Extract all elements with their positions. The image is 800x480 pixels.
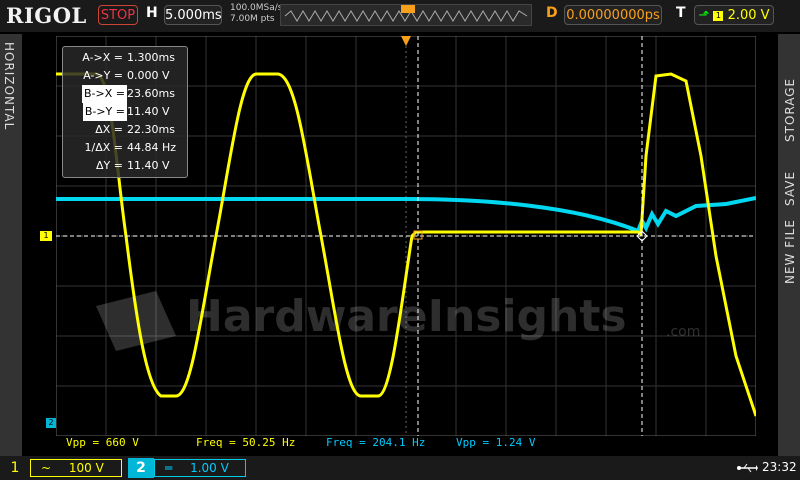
sample-rate: 100.0MSa/s	[230, 3, 283, 13]
trigger-level-value: 2.00 V	[727, 8, 770, 23]
measurement-ch1-freq: Freq = 50.25 Hz	[196, 436, 296, 449]
usb-icon	[737, 463, 758, 473]
channel-2-settings[interactable]: ═ 1.00 V	[154, 459, 246, 477]
horizontal-label: H	[146, 5, 158, 21]
channel-2-number[interactable]: 2	[128, 458, 154, 478]
svg-text:.com: .com	[666, 324, 700, 340]
cursor-by-value: 11.40 V	[127, 105, 170, 118]
menu-item-new-file[interactable]: NEW FILE	[783, 219, 797, 284]
measurement-ch1-vpp: Vpp = 660 V	[66, 436, 139, 449]
system-clock: 23:32	[762, 460, 797, 474]
trigger-position-marker	[401, 5, 415, 13]
cursor-ax-value: 1.300ms	[127, 51, 175, 64]
cursor-ax-label: A->X =	[82, 51, 123, 64]
svg-text:HardwareInsights: HardwareInsights	[186, 291, 627, 342]
trigger-edge-icon: ⬏	[698, 8, 714, 23]
channel-1-settings[interactable]: ~ 100 V	[30, 459, 122, 477]
memory-depth: 7.00M pts	[230, 14, 275, 24]
acquisition-info: 100.0MSa/s 7.00M pts	[230, 3, 282, 25]
ac-coupling-icon: ~	[41, 461, 52, 475]
cursor-ay-value: 0.000 V	[127, 69, 170, 82]
right-menu-sidebar[interactable]: STORAGE SAVE NEW FILE	[778, 34, 800, 456]
cursor-dx-label: ΔX =	[95, 123, 123, 136]
channel-1-scale: 100 V	[68, 461, 104, 475]
cursor-dy-value: 11.40 V	[127, 159, 170, 172]
timebase-value[interactable]: 5.000ms	[164, 5, 222, 25]
channel-1-number[interactable]: 1	[2, 458, 28, 478]
channel-2-scale: 1.00 V	[190, 461, 229, 475]
delay-value[interactable]: 0.00000000ps	[564, 5, 662, 25]
trigger-level[interactable]: ⬏ 1 2.00 V	[694, 5, 774, 25]
memory-waveform-preview	[284, 5, 528, 22]
cursor-dx-value: 22.30ms	[127, 123, 175, 136]
run-stop-status[interactable]: STOP	[98, 5, 138, 25]
delay-label: D	[546, 5, 558, 21]
channel-2-marker[interactable]: 2	[46, 418, 56, 428]
bottom-status-bar: 1 ~ 100 V 2 ═ 1.00 V 23:32	[0, 456, 800, 480]
channel-1-marker[interactable]: 1	[40, 231, 52, 241]
dc-coupling-icon: ═	[165, 461, 173, 475]
cursor-by-label: B->Y =	[82, 103, 127, 121]
menu-item-save[interactable]: SAVE	[783, 171, 797, 206]
measurement-ch2-freq: Freq = 204.1 Hz	[326, 436, 426, 449]
memory-position-bar[interactable]	[280, 4, 532, 26]
rigol-logo: RIGOL	[6, 3, 87, 28]
trigger-source-icon: 1	[713, 10, 724, 21]
cursor-inv-dx-label: 1/ΔX =	[84, 141, 123, 154]
cursor-bx-value: 23.60ms	[127, 87, 175, 100]
horizontal-label: HORIZONTAL	[2, 42, 16, 131]
menu-item-storage[interactable]: STORAGE	[783, 78, 797, 142]
cursor-readout-panel: A->X = 1.300ms A->Y = 0.000 V B->X = 23.60m…	[62, 46, 188, 178]
cursor-ay-label: A->Y =	[83, 69, 123, 82]
cursor-bx-label: B->X =	[82, 85, 127, 103]
cursor-inv-dx-value: 44.84 Hz	[127, 141, 177, 154]
cursor-dy-label: ΔY =	[96, 159, 123, 172]
measurement-ch2-vpp: Vpp = 1.24 V	[456, 436, 536, 449]
top-status-bar: RIGOL STOP H 5.000ms 100.0MSa/s 7.00M pt…	[0, 0, 800, 32]
horizontal-sidebar[interactable]: HORIZONTAL	[0, 34, 22, 456]
trigger-label: T	[676, 5, 686, 21]
